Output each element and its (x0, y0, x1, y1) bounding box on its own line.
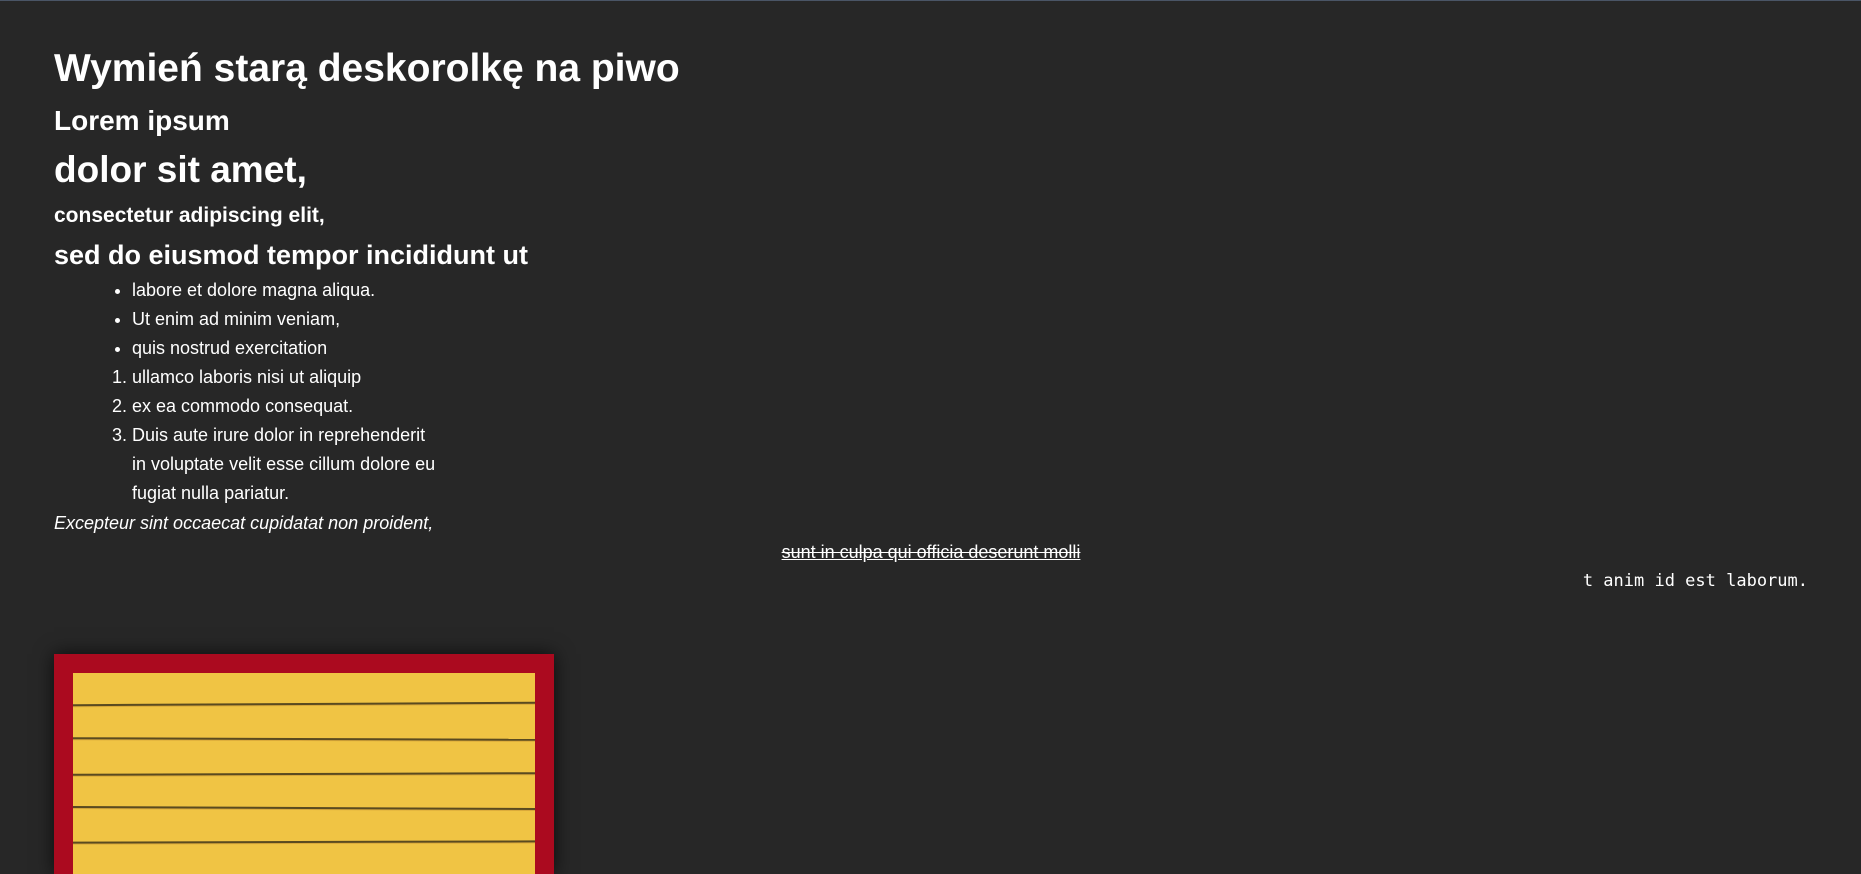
heading-sed-do: sed do eiusmod tempor incididunt ut (54, 240, 529, 270)
italic-paragraph: Excepteur sint occaecat cupidatat non pr… (54, 513, 434, 533)
heading-consectetur: consectetur adipiscing elit, (54, 204, 325, 227)
strikethrough-text: sunt in culpa qui officia deserunt molli (781, 542, 1081, 562)
numbered-list-item: ex ea commodo consequat. (132, 392, 435, 421)
heading-dolor-sit-amet: dolor sit amet, (54, 149, 307, 190)
numbered-list-item-text: ex ea commodo consequat. (132, 396, 354, 416)
yellow-planks-image (73, 673, 535, 874)
bullet-list-item: quis nostrud exercitation (132, 334, 375, 363)
numbered-list-item-text: fugiat nulla pariatur. (132, 483, 290, 503)
heading-lorem-ipsum: Lorem ipsum (54, 105, 230, 136)
numbered-list-item-text: Duis aute irure dolor in reprehenderit (132, 425, 426, 445)
numbered-list-item-text: ullamco laboris nisi ut aliquip (132, 367, 362, 387)
numbered-list-item: ullamco laboris nisi ut aliquip (132, 363, 435, 392)
monospace-text: t anim id est laborum. (1582, 571, 1808, 591)
numbered-list-item: Duis aute irure dolor in reprehenderit i… (132, 421, 435, 508)
page-title: Wymień starą deskorolkę na piwo (54, 47, 680, 90)
bullet-list: labore et dolore magna aliqua. Ut enim a… (132, 276, 375, 363)
bullet-list-item: Ut enim ad minim veniam, (132, 305, 375, 334)
top-border (0, 0, 1861, 1)
bullet-list-item: labore et dolore magna aliqua. (132, 276, 375, 305)
numbered-list: ullamco laboris nisi ut aliquip ex ea co… (132, 363, 435, 508)
numbered-list-item-text: in voluptate velit esse cillum dolore eu (132, 454, 436, 474)
skateboard-image-frame (54, 654, 554, 874)
